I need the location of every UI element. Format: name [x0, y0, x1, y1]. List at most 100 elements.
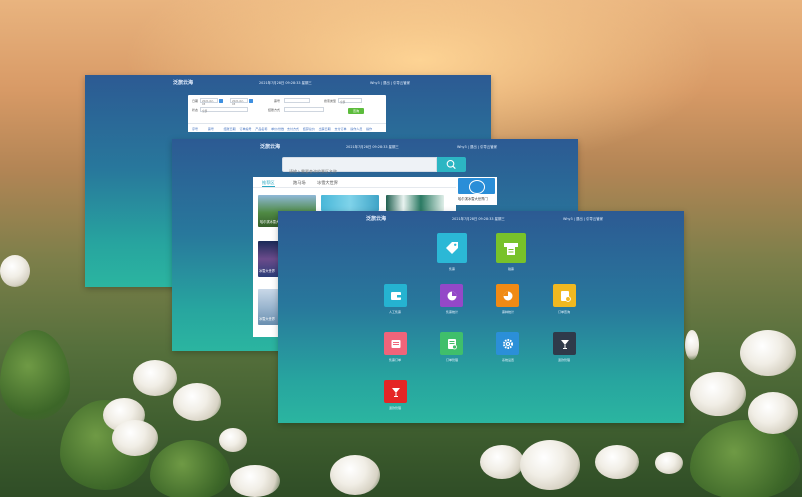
- tag-icon: [446, 242, 458, 254]
- tile-label: 退款管理: [557, 358, 570, 362]
- category-tabs: 推荐区 跑马场 冰雪大世界: [253, 177, 456, 188]
- featured-scenic-label: 哈尔滨冰雪大世界门: [458, 197, 488, 201]
- manual-sale-tile[interactable]: [384, 284, 407, 307]
- table-column-header: 产品名称: [255, 127, 268, 131]
- title-bar: 泛旅云海 2021年7月28日 09:28:33 星期三 Why3 | 退出 |…: [85, 75, 491, 89]
- printer-icon: [504, 243, 518, 255]
- order-query-tile[interactable]: [553, 284, 576, 307]
- pay-type-label: 结账方式: [268, 108, 281, 112]
- search-type-label: 搜索类型: [324, 99, 337, 103]
- clover-flower: [173, 383, 221, 421]
- calendar-icon[interactable]: [249, 98, 253, 103]
- datetime-display: 2021年7月28日 09:28:33 星期三: [452, 217, 505, 221]
- scenic-caption: 冰雪大世界: [259, 269, 275, 273]
- inbox-icon: [391, 339, 400, 348]
- app-title: 泛旅云海: [366, 216, 387, 222]
- results-table-header: 序号 票号 结账日期 订单编号 产品名称 单价/份数 支付方式 结算总价 出票日期 支付订单 操作人…: [188, 123, 386, 132]
- refund-manage-tile[interactable]: [384, 380, 407, 403]
- table-column-header: 出票日期: [318, 127, 331, 131]
- tile-label: 订单查询: [557, 310, 570, 314]
- datetime-display: 2021年7月28日 09:28:33 星期三: [346, 145, 399, 149]
- clover-flower: [655, 452, 683, 474]
- tile-label: 售票订单: [388, 358, 401, 362]
- title-bar: 泛旅云海 2021年7月28日 09:28:33 星期三 Why3 | 退出 |…: [172, 139, 578, 153]
- pie-chart-icon: [503, 291, 512, 300]
- tile-label: 售票: [448, 267, 455, 271]
- clover-flower: [219, 428, 247, 452]
- table-column-header: 支付方式: [287, 127, 300, 131]
- date-from-field[interactable]: 2021-02-03: [200, 98, 218, 106]
- tile-label: 订单管理: [445, 358, 458, 362]
- title-bar: 泛旅云海 2021年7月28日 09:28:33 星期三 Why3 | 退出 |…: [278, 211, 684, 225]
- scenic-logo-icon: [458, 178, 495, 194]
- clover-flower: [520, 440, 580, 490]
- datetime-display: 2021年7月28日 09:28:33 星期三: [259, 81, 312, 85]
- tab-racecourse[interactable]: 跑马场: [293, 180, 306, 186]
- table-column-header: 结账日期: [223, 127, 236, 131]
- featured-scenic-card[interactable]: 哈尔滨冰雪大世界门: [456, 177, 497, 205]
- calendar-icon[interactable]: [219, 98, 223, 103]
- table-column-header: 订单编号: [239, 127, 252, 131]
- document-clock-icon: [560, 290, 571, 302]
- order-manage-tile[interactable]: [440, 332, 463, 355]
- cocktail-icon: [391, 387, 400, 397]
- clover-flower: [112, 420, 158, 456]
- wallet-icon: [390, 291, 401, 300]
- table-column-header: 单价/份数: [271, 127, 285, 131]
- leaf-decoration: [0, 330, 70, 420]
- tab-recommend[interactable]: 推荐区: [262, 180, 275, 187]
- date-label: 日期: [192, 99, 199, 103]
- clover-flower: [690, 372, 746, 416]
- tile-label: 票种统计: [501, 310, 514, 314]
- user-links[interactable]: Why3 | 退出 | 引导云管家: [457, 144, 497, 149]
- main-menu-window: 泛旅云海 2021年7月28日 09:28:33 星期三 Why3 | 退出 |…: [278, 211, 684, 423]
- ticket-type-stats-tile[interactable]: [496, 284, 519, 307]
- tile-label: 人工售票: [388, 310, 401, 314]
- scenic-thumbnail[interactable]: [321, 195, 379, 211]
- tile-label: 售票统计: [445, 310, 458, 314]
- date-to-field[interactable]: 2021-02-03: [230, 98, 248, 106]
- table-column-header: 票号: [207, 127, 214, 131]
- tile-label: 系统设置: [501, 358, 514, 362]
- gear-icon: [502, 338, 513, 349]
- clover-flower: [595, 445, 639, 479]
- leaf-decoration: [150, 440, 230, 497]
- user-links[interactable]: Why3 | 退出 | 引导云管家: [370, 80, 410, 85]
- clover-flower: [330, 455, 380, 495]
- clover-flower: [230, 465, 280, 497]
- system-settings-tile[interactable]: [496, 332, 519, 355]
- sale-orders-tile[interactable]: [384, 332, 407, 355]
- clover-flower: [748, 392, 798, 434]
- ticket-no-label: 票号: [274, 99, 281, 103]
- search-type-select[interactable]: 全部: [338, 98, 362, 104]
- ticket-verify-tile[interactable]: [496, 233, 526, 263]
- table-column-header: 支付订单: [334, 127, 347, 131]
- pay-type-select[interactable]: [284, 107, 324, 112]
- clover-flower: [0, 255, 30, 287]
- user-links[interactable]: Why3 | 退出 | 引导云管家: [563, 216, 603, 221]
- tile-label: 验票: [507, 267, 514, 271]
- refund-manage-tile[interactable]: [553, 332, 576, 355]
- status-select[interactable]: 全部: [200, 107, 248, 113]
- status-label: 状态: [192, 108, 199, 112]
- sales-stats-tile[interactable]: [440, 284, 463, 307]
- clover-flower: [133, 360, 177, 396]
- ticket-no-field[interactable]: [284, 98, 310, 103]
- app-title: 泛旅云海: [260, 144, 281, 150]
- search-button[interactable]: [437, 157, 466, 172]
- tab-ice-world[interactable]: 冰雪大世界: [317, 180, 338, 186]
- table-column-header: 结算总价: [302, 127, 315, 131]
- table-column-header: 操作: [366, 127, 373, 131]
- scenic-thumbnail[interactable]: [386, 195, 444, 211]
- pie-chart-icon: [447, 291, 456, 300]
- ticket-sale-tile[interactable]: [437, 233, 467, 263]
- tile-label: 退款管理: [388, 406, 401, 410]
- app-title: 泛旅云海: [173, 80, 194, 86]
- clover-flower: [685, 330, 699, 360]
- ledger-icon: [447, 338, 457, 349]
- clover-flower: [740, 330, 796, 376]
- scenic-caption: 冰雪大世界: [259, 317, 275, 321]
- table-column-header: 操作人员: [350, 127, 363, 131]
- search-box[interactable]: [282, 157, 437, 178]
- query-button[interactable]: 查询: [348, 108, 364, 114]
